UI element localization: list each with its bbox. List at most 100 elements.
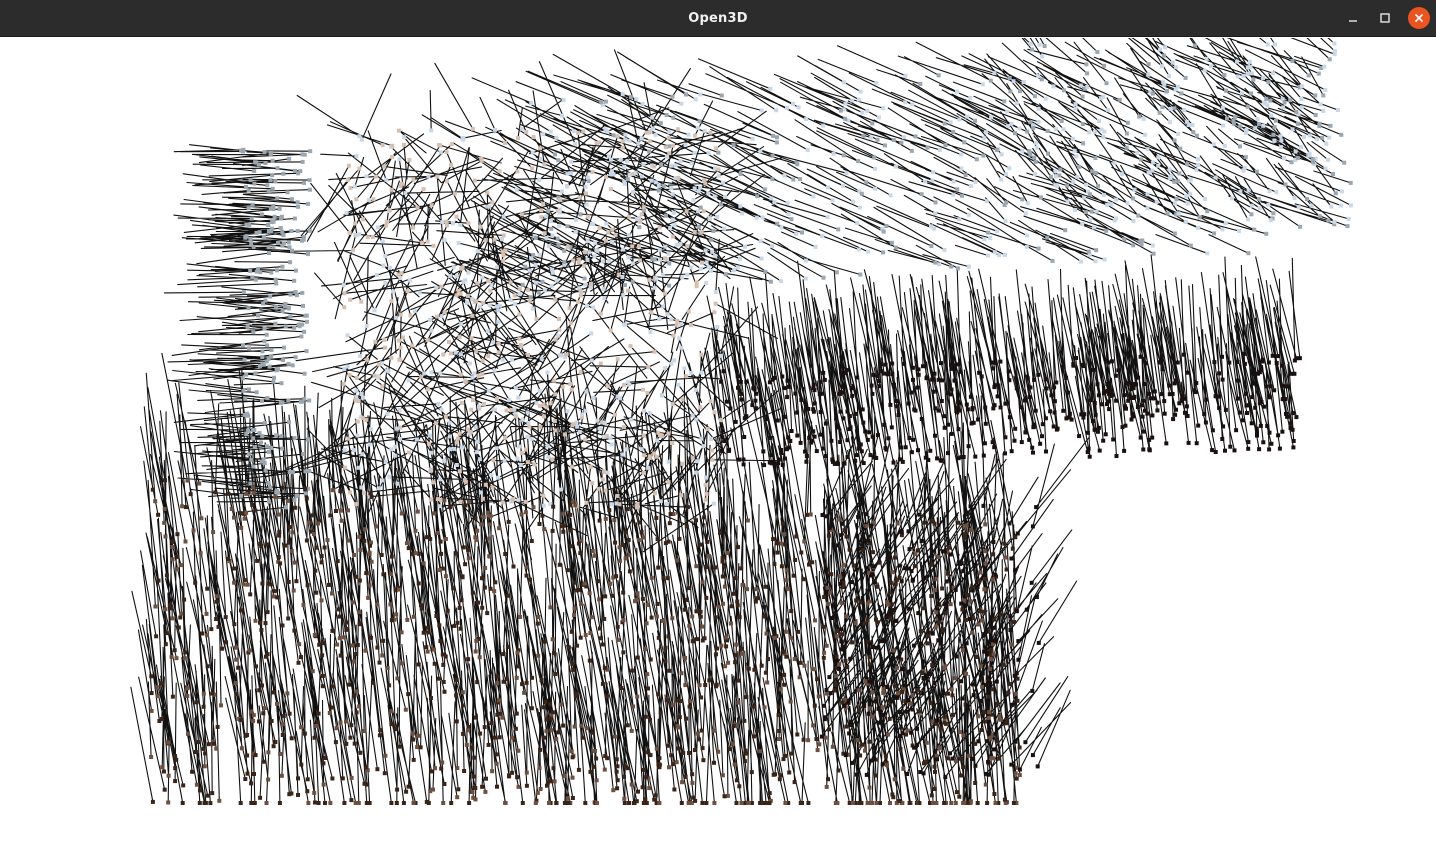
cloud-point: [885, 600, 890, 605]
cloud-point: [675, 242, 680, 247]
cloud-point: [812, 388, 817, 393]
cloud-point: [964, 523, 969, 528]
cloud-point: [720, 773, 725, 778]
cloud-point: [353, 221, 357, 226]
cloud-point: [1040, 422, 1045, 427]
cloud-point: [779, 279, 784, 284]
3d-render-viewport[interactable]: [1, 38, 1435, 860]
cloud-point: [583, 184, 588, 189]
cloud-point: [274, 433, 279, 438]
cloud-point: [625, 723, 630, 728]
cloud-point: [860, 407, 865, 412]
cloud-point: [1051, 424, 1056, 429]
cloud-point: [1073, 102, 1078, 107]
cloud-point: [802, 663, 807, 668]
cloud-point: [1053, 169, 1058, 174]
cloud-point: [305, 583, 310, 588]
cloud-point: [1266, 360, 1271, 365]
cloud-point: [549, 283, 554, 288]
cloud-point: [703, 248, 708, 253]
cloud-point: [330, 488, 335, 493]
minimize-button[interactable]: [1342, 7, 1364, 29]
cloud-point: [507, 773, 512, 778]
cloud-point: [457, 605, 462, 610]
cloud-point: [823, 454, 828, 458]
cloud-point: [466, 221, 471, 226]
cloud-point: [667, 521, 672, 526]
cloud-point: [1079, 412, 1084, 417]
cloud-point: [321, 782, 326, 787]
maximize-button[interactable]: [1374, 7, 1396, 29]
cloud-point: [679, 801, 684, 805]
cloud-point: [362, 781, 367, 786]
cloud-point: [731, 591, 736, 596]
cloud-point: [1005, 109, 1010, 114]
cloud-point: [666, 743, 671, 748]
cloud-point: [1346, 216, 1351, 221]
cloud-point: [494, 446, 499, 451]
cloud-point: [758, 749, 763, 754]
cloud-point: [943, 775, 948, 779]
cloud-point: [846, 700, 851, 705]
cloud-point: [631, 190, 636, 194]
cloud-point: [542, 705, 546, 710]
cloud-point: [906, 698, 911, 702]
cloud-point: [900, 689, 904, 694]
cloud-point: [272, 589, 277, 594]
cloud-point: [1244, 391, 1248, 396]
cloud-point: [661, 183, 666, 188]
cloud-point: [1196, 423, 1201, 428]
cloud-point: [907, 436, 912, 440]
cloud-point: [480, 358, 485, 363]
cloud-point: [1257, 397, 1262, 401]
cloud-point: [1174, 407, 1178, 412]
cloud-point: [560, 384, 565, 389]
cloud-point: [514, 675, 519, 680]
cloud-point: [899, 445, 904, 450]
cloud-point: [620, 452, 625, 457]
cloud-point: [380, 239, 385, 244]
cloud-point: [986, 230, 991, 235]
cloud-point: [765, 680, 770, 685]
cloud-point: [476, 600, 480, 605]
cloud-point: [992, 625, 997, 630]
cloud-point: [442, 310, 447, 315]
cloud-point: [1176, 131, 1181, 136]
cloud-point: [692, 230, 697, 234]
cloud-point: [1143, 408, 1147, 413]
cloud-point: [518, 463, 523, 467]
cloud-point: [631, 801, 636, 805]
cloud-point: [718, 530, 722, 535]
cloud-point: [1183, 219, 1188, 224]
cloud-point: [899, 579, 904, 584]
cloud-point: [475, 439, 480, 444]
cloud-point: [771, 537, 776, 542]
cloud-point: [784, 578, 789, 583]
cloud-point: [999, 152, 1004, 157]
close-button[interactable]: [1408, 7, 1430, 29]
cloud-point: [857, 205, 862, 210]
cloud-point: [304, 319, 309, 324]
title-bar[interactable]: Open3D: [0, 0, 1436, 37]
cloud-point: [1073, 106, 1078, 111]
cloud-point: [687, 750, 691, 755]
cloud-point: [334, 726, 339, 731]
cloud-point: [412, 308, 417, 313]
cloud-point: [693, 97, 698, 102]
cloud-point: [541, 132, 546, 137]
cloud-point: [652, 285, 657, 290]
cloud-point: [1081, 364, 1086, 368]
cloud-point: [251, 718, 256, 723]
cloud-point: [733, 576, 738, 581]
cloud-point: [1094, 209, 1099, 214]
cloud-point: [252, 445, 257, 450]
cloud-point: [1077, 434, 1082, 438]
cloud-point: [705, 539, 710, 544]
cloud-point: [798, 660, 803, 665]
cloud-point: [467, 361, 472, 366]
cloud-point: [1012, 620, 1017, 624]
cloud-point: [263, 706, 268, 710]
cloud-point: [769, 196, 774, 201]
cloud-point: [1013, 691, 1018, 696]
cloud-point: [248, 481, 253, 486]
